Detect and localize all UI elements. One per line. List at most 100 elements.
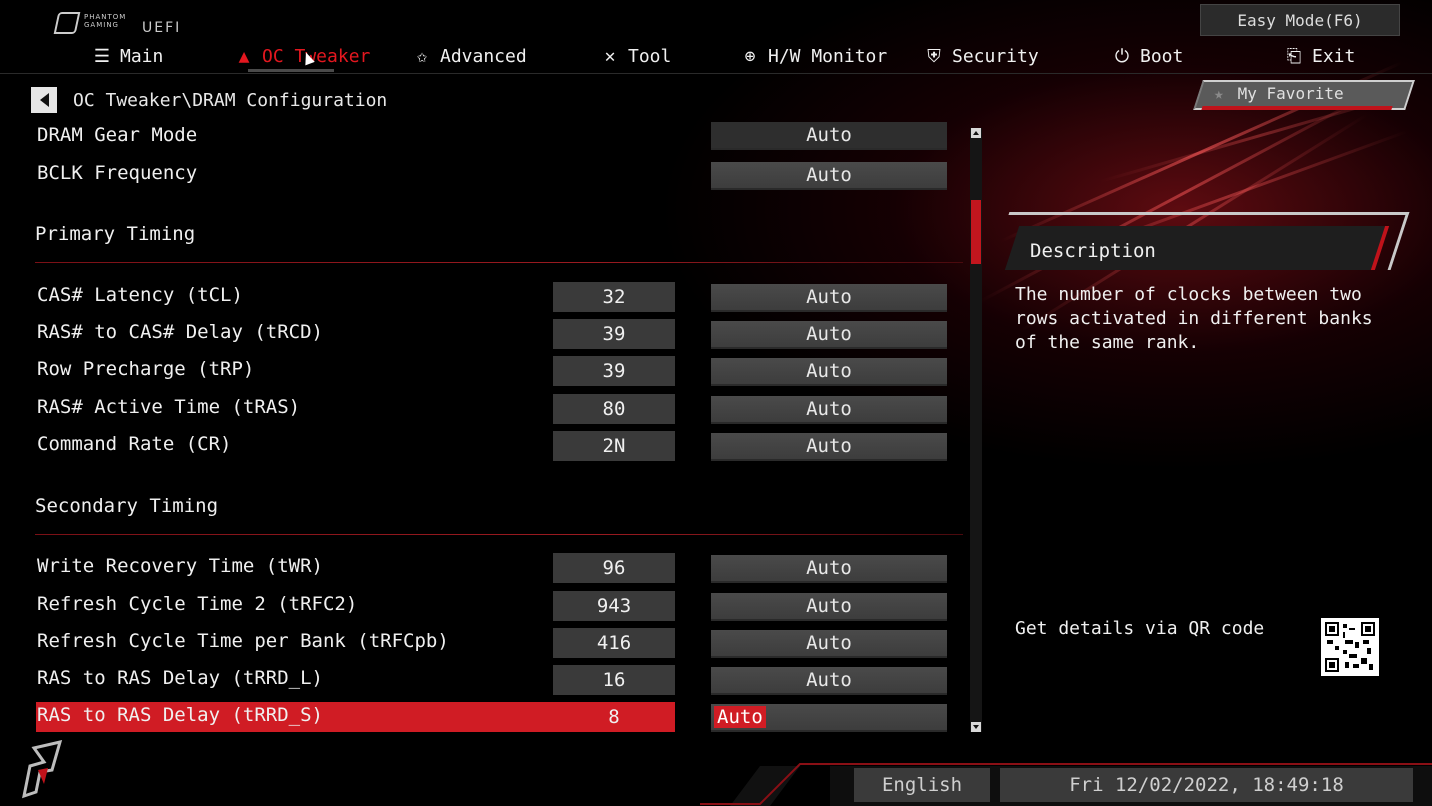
- flame-icon: ▲: [238, 45, 250, 67]
- scroll-down-arrow-icon[interactable]: [971, 722, 981, 732]
- option-selected-text: Auto: [714, 706, 766, 728]
- easy-mode-button[interactable]: Easy Mode(F6): [1200, 4, 1400, 36]
- tab-boot[interactable]: ⏻ Boot: [1112, 40, 1183, 72]
- timing-row-trcd[interactable]: RAS# to CAS# Delay (tRCD) 39 Auto: [36, 319, 948, 349]
- section-divider: [35, 534, 963, 535]
- setting-bclk-frequency[interactable]: BCLK Frequency Auto: [36, 160, 948, 190]
- setting-label: CAS# Latency (tCL): [37, 284, 243, 306]
- list-icon: ☰: [93, 45, 111, 67]
- tab-tool[interactable]: ✕ Tool: [600, 40, 672, 72]
- my-favorite-label: My Favorite: [1237, 84, 1344, 103]
- option-dropdown[interactable]: Auto: [711, 162, 947, 190]
- option-dropdown[interactable]: Auto: [711, 433, 947, 461]
- tab-label: Security: [952, 45, 1039, 67]
- my-favorite-label-group: ★ My Favorite: [1214, 84, 1344, 103]
- timing-row-trrd-s[interactable]: RAS to RAS Delay (tRRD_S) 8 Auto: [36, 702, 948, 732]
- value-field[interactable]: 96: [553, 553, 675, 583]
- back-button[interactable]: [31, 87, 57, 113]
- power-icon: ⏻: [1114, 45, 1130, 67]
- logo-brand-line1: PHANTOM: [84, 13, 127, 21]
- pg-logo-icon: [53, 12, 81, 34]
- option-dropdown[interactable]: Auto: [711, 284, 947, 312]
- tab-label: Main: [120, 45, 164, 67]
- setting-label: Row Precharge (tRP): [37, 358, 255, 380]
- section-secondary-timing: Secondary Timing: [35, 495, 219, 517]
- section-primary-timing: Primary Timing: [35, 223, 196, 245]
- my-favorite-accent: [1201, 106, 1393, 110]
- qr-code: [1321, 618, 1379, 676]
- setting-label: Refresh Cycle Time per Bank (tRFCpb): [37, 630, 449, 652]
- scrollbar-thumb[interactable]: [971, 200, 981, 264]
- tab-label: Boot: [1140, 45, 1184, 67]
- timing-row-twr[interactable]: Write Recovery Time (tWR) 96 Auto: [36, 553, 948, 583]
- logo-brand-line2: GAMING: [84, 21, 119, 29]
- active-tab-underline: [248, 69, 334, 72]
- setting-label: DRAM Gear Mode: [37, 124, 198, 146]
- tab-label: OC Tweaker: [262, 45, 371, 67]
- tab-exit[interactable]: ⎗ Exit: [1284, 40, 1356, 72]
- qr-code-image: [1325, 622, 1375, 672]
- setting-label: RAS# Active Time (tRAS): [37, 396, 301, 418]
- exit-door-icon: ⎗: [1286, 45, 1302, 67]
- value-field[interactable]: 416: [553, 628, 675, 658]
- value-field[interactable]: 39: [553, 356, 675, 386]
- tab-hw-monitor[interactable]: ⊕ H/W Monitor: [740, 40, 888, 72]
- timing-row-trp[interactable]: Row Precharge (tRP) 39 Auto: [36, 356, 948, 386]
- value-field[interactable]: 32: [553, 282, 675, 312]
- scrollbar[interactable]: [970, 128, 982, 732]
- setting-label: Refresh Cycle Time 2 (tRFC2): [37, 593, 358, 615]
- description-title: Description: [1030, 240, 1156, 262]
- tab-main[interactable]: ☰ Main: [92, 40, 163, 72]
- section-divider: [35, 262, 963, 263]
- timing-row-cr[interactable]: Command Rate (CR) 2N Auto: [36, 431, 948, 461]
- tools-icon: ✕: [604, 45, 616, 67]
- logo-brand: PHANTOM GAMING: [84, 13, 126, 29]
- qr-code-label: Get details via QR code: [1015, 618, 1265, 639]
- timing-row-tras[interactable]: RAS# Active Time (tRAS) 80 Auto: [36, 394, 948, 424]
- option-dropdown[interactable]: Auto: [711, 667, 947, 695]
- setting-label: RAS# to CAS# Delay (tRCD): [37, 321, 323, 343]
- shield-icon: ⛨: [927, 45, 941, 67]
- scroll-up-arrow-icon[interactable]: [971, 128, 981, 138]
- timing-row-tcl[interactable]: CAS# Latency (tCL) 32 Auto: [36, 282, 948, 312]
- value-field[interactable]: 39: [553, 319, 675, 349]
- breadcrumb: OC Tweaker\DRAM Configuration: [31, 86, 387, 114]
- setting-label: BCLK Frequency: [37, 162, 198, 184]
- setting-label: RAS to RAS Delay (tRRD_L): [37, 667, 323, 689]
- timing-row-trrd-l[interactable]: RAS to RAS Delay (tRRD_L) 16 Auto: [36, 665, 948, 695]
- tab-label: Advanced: [440, 45, 527, 67]
- option-dropdown[interactable]: Auto: [711, 630, 947, 658]
- timing-row-trfc2[interactable]: Refresh Cycle Time 2 (tRFC2) 943 Auto: [36, 591, 948, 621]
- phantom-gaming-logo: PHANTOM GAMING UEFI: [53, 10, 186, 38]
- value-field[interactable]: 943: [553, 591, 675, 621]
- star-icon: ★: [1214, 84, 1224, 103]
- my-favorite-button[interactable]: ★ My Favorite: [1193, 80, 1415, 110]
- value-field[interactable]: 8: [553, 702, 675, 732]
- tab-advanced[interactable]: ✩ Advanced: [412, 40, 527, 72]
- value-field[interactable]: 2N: [553, 431, 675, 461]
- setting-dram-gear-mode[interactable]: DRAM Gear Mode Auto: [36, 122, 948, 152]
- value-field[interactable]: 80: [553, 394, 675, 424]
- option-dropdown[interactable]: Auto: [711, 396, 947, 424]
- option-dropdown[interactable]: Auto: [711, 122, 947, 150]
- value-field[interactable]: 16: [553, 665, 675, 695]
- option-dropdown[interactable]: Auto: [711, 593, 947, 621]
- uefi-label: UEFI: [142, 20, 182, 36]
- tab-label: H/W Monitor: [768, 45, 888, 67]
- option-dropdown[interactable]: Auto: [711, 704, 947, 732]
- tab-label: Tool: [628, 45, 672, 67]
- tab-security[interactable]: ⛨ Security: [924, 40, 1039, 72]
- breadcrumb-path: OC Tweaker\DRAM Configuration: [73, 89, 388, 111]
- tab-label: Exit: [1312, 45, 1356, 67]
- back-arrow-icon: [39, 93, 49, 107]
- timing-row-trfcpb[interactable]: Refresh Cycle Time per Bank (tRFCpb) 416…: [36, 628, 948, 658]
- star-icon: ✩: [416, 45, 428, 67]
- description-text: The number of clocks between two rows ac…: [1015, 284, 1373, 353]
- date-time-display[interactable]: Fri 12/02/2022, 18:49:18: [1000, 768, 1413, 802]
- option-dropdown[interactable]: Auto: [711, 358, 947, 386]
- option-dropdown[interactable]: Auto: [711, 555, 947, 583]
- crosshair-icon: ⊕: [744, 45, 756, 67]
- option-dropdown[interactable]: Auto: [711, 321, 947, 349]
- setting-label: RAS to RAS Delay (tRRD_S): [37, 704, 323, 726]
- language-button[interactable]: English: [854, 768, 990, 802]
